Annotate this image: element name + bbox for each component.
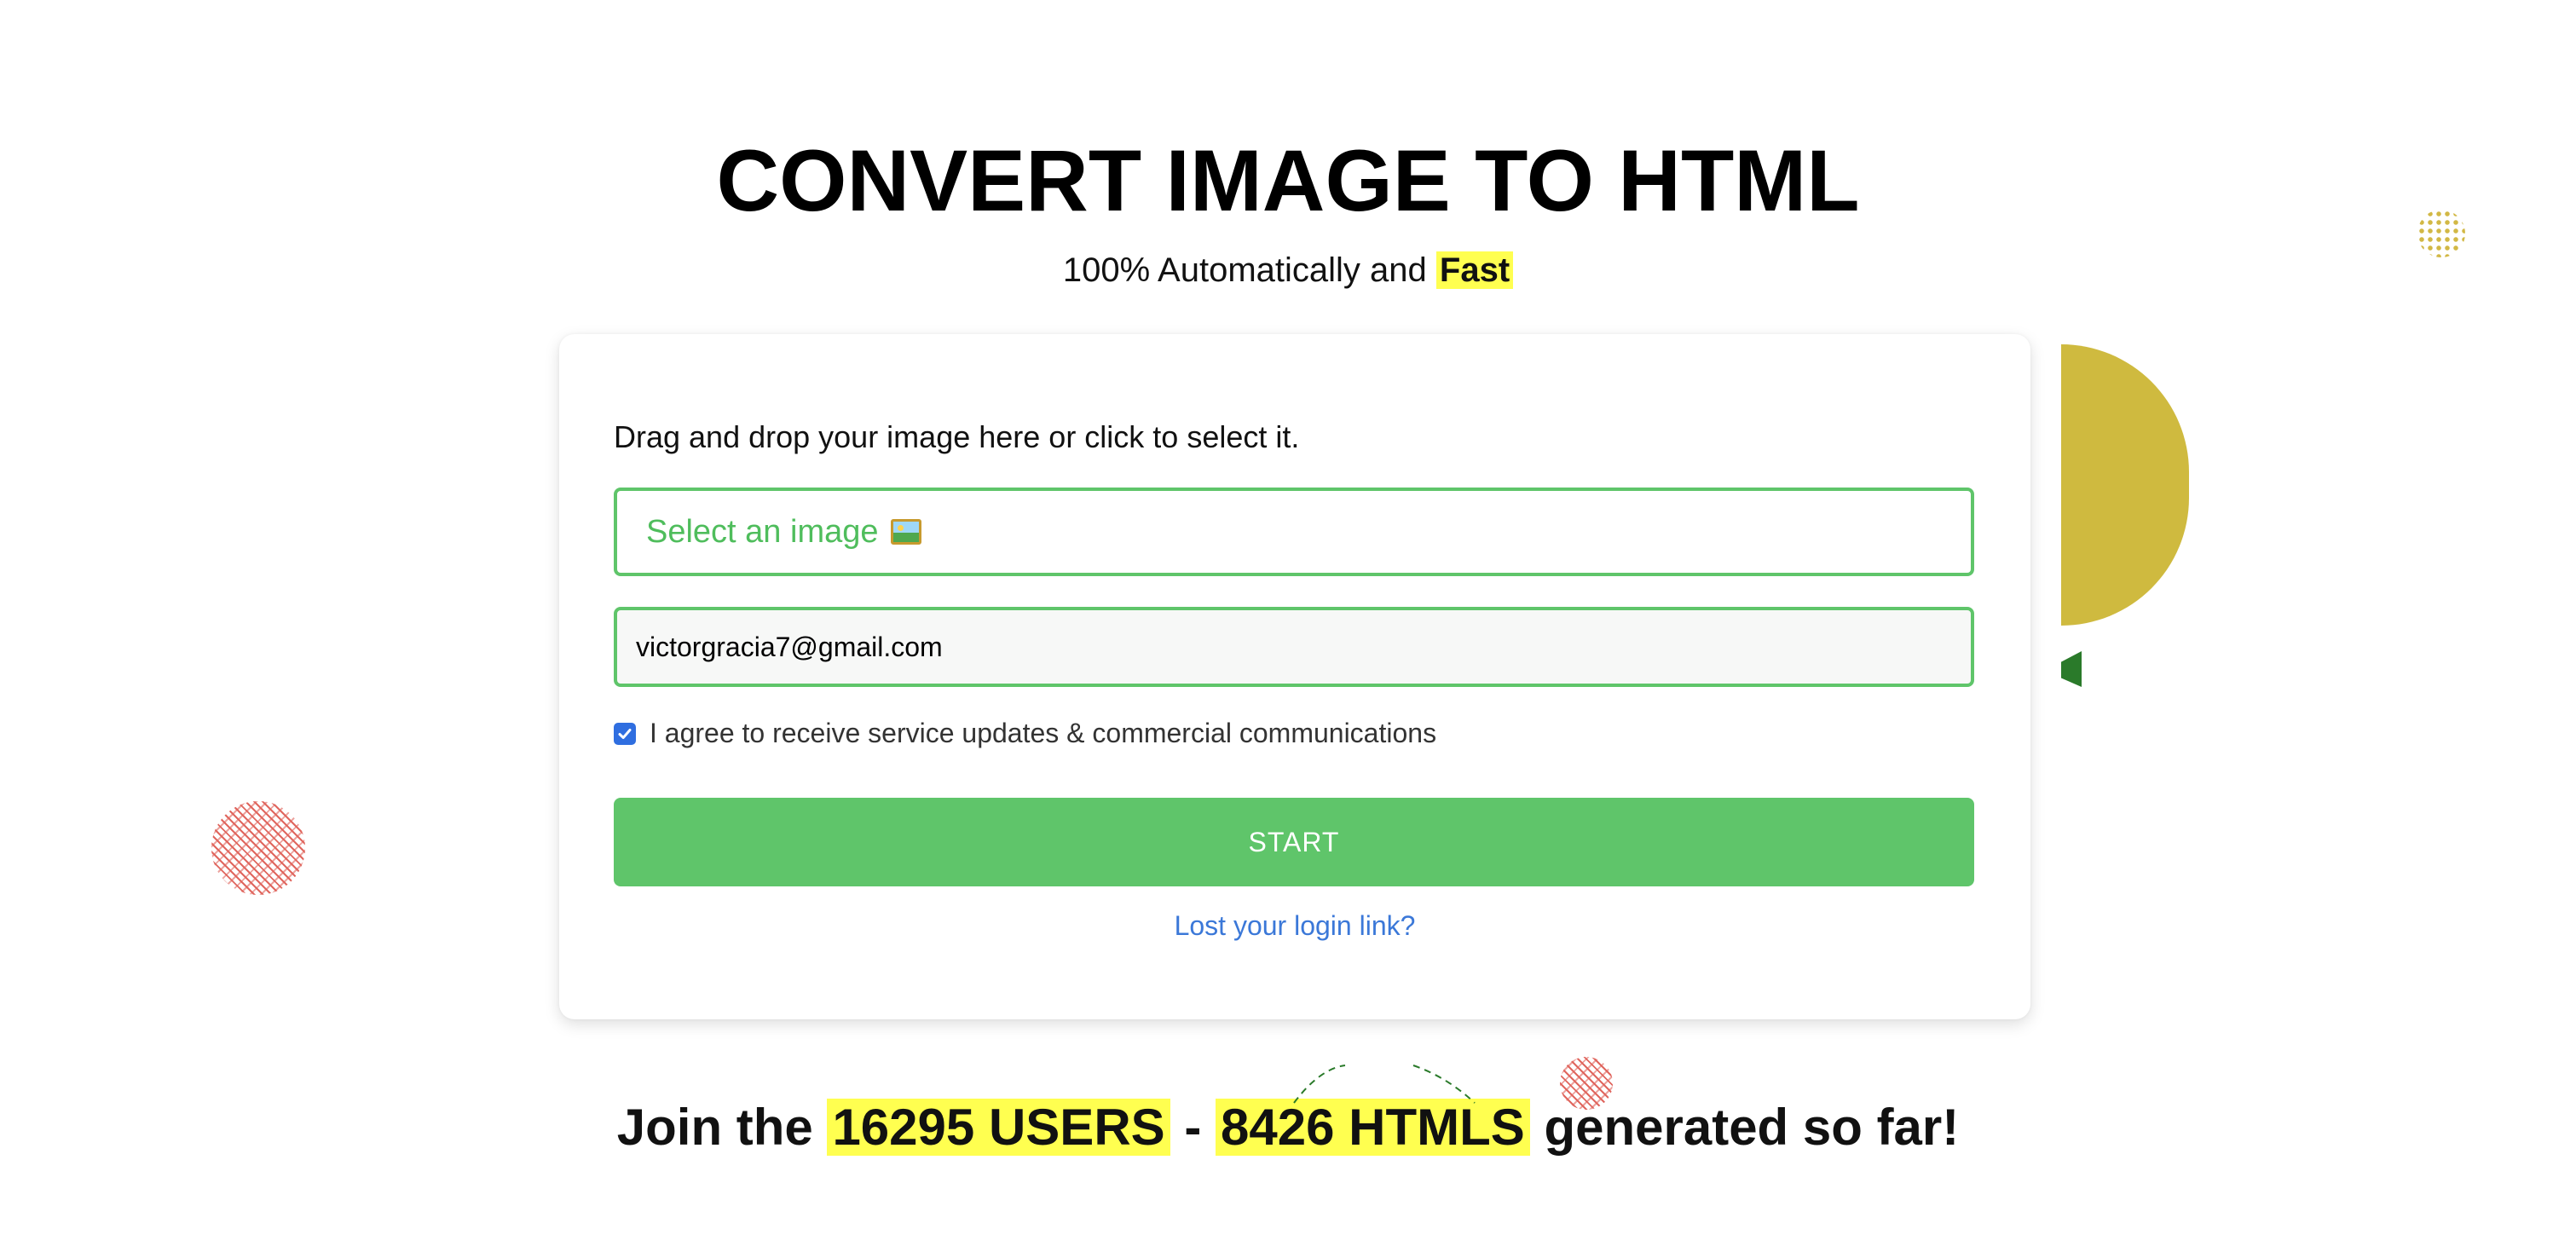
image-select-dropzone[interactable]: Select an image — [614, 488, 1974, 576]
lost-login-link[interactable]: Lost your login link? — [559, 910, 2030, 942]
decorative-half-circle — [2061, 344, 2189, 626]
image-select-placeholder: Select an image — [646, 513, 879, 550]
subtitle-highlight: Fast — [1435, 251, 1514, 289]
decorative-dashed-arc — [1293, 1065, 1476, 1104]
decorative-green-shape — [2061, 651, 2082, 687]
upload-instructions: Drag and drop your image here or click t… — [614, 419, 1300, 454]
consent-label: I agree to receive service updates & com… — [650, 718, 1437, 748]
start-button[interactable]: START — [614, 798, 1974, 886]
email-field[interactable] — [614, 607, 1974, 687]
decorative-pattern-circle-center — [1560, 1057, 1613, 1110]
consent-row[interactable]: I agree to receive service updates & com… — [614, 718, 1436, 749]
stats-suffix: generated so far! — [1544, 1099, 1960, 1156]
subtitle-text: 100% Automatically and — [1062, 251, 1427, 289]
users-count-badge: 16295 USERS — [827, 1099, 1170, 1156]
decorative-pattern-circle-left — [211, 801, 305, 895]
page-title: CONVERT IMAGE TO HTML — [716, 132, 1860, 229]
stats-separator: - — [1184, 1099, 1202, 1156]
consent-checkbox[interactable] — [614, 722, 636, 745]
framed-picture-icon — [890, 519, 921, 545]
stats-prefix: Join the — [616, 1099, 813, 1156]
upload-card: Drag and drop your image here or click t… — [559, 334, 2030, 1019]
decorative-dotted-circle — [2417, 210, 2465, 257]
page: CONVERT IMAGE TO HTML 100% Automatically… — [0, 0, 2576, 1258]
page-subtitle: 100% Automatically and Fast — [0, 244, 2576, 297]
checkmark-icon — [618, 728, 632, 739]
